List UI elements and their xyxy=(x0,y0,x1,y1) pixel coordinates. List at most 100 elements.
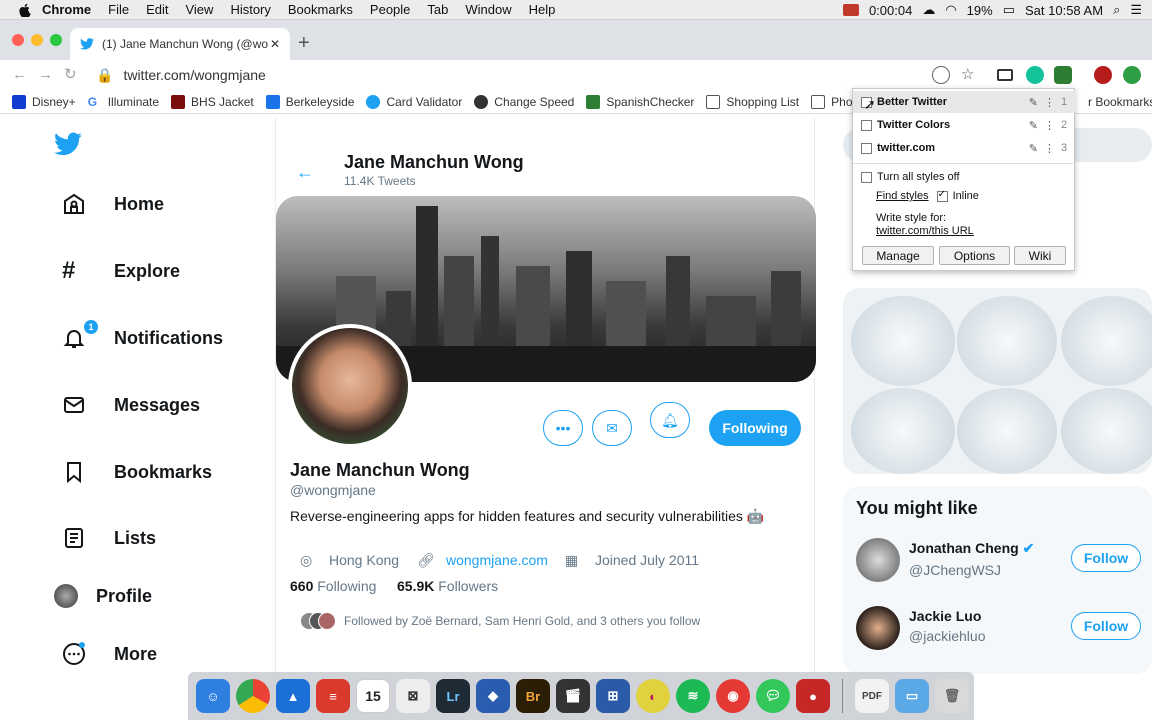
calendar-icon[interactable]: 15 xyxy=(356,679,390,713)
menu-help[interactable]: Help xyxy=(529,2,556,17)
sidebar-item-more[interactable]: More xyxy=(62,642,157,666)
sidebar-item-bookmarks[interactable]: Bookmarks xyxy=(62,460,212,484)
turn-off-checkbox[interactable] xyxy=(861,171,872,183)
screen-recording-icon[interactable] xyxy=(842,4,859,16)
notify-bell-button[interactable]: 🔔︎ xyxy=(650,402,690,438)
turn-all-styles-off-option[interactable]: Turn all styles off xyxy=(861,171,960,183)
twitter-logo-icon[interactable] xyxy=(54,132,82,156)
media-thumbnail[interactable] xyxy=(851,296,955,386)
bridge-icon[interactable]: Br xyxy=(516,679,550,713)
followers-count-link[interactable]: 65.9K Followers xyxy=(397,578,498,594)
suggested-user-avatar[interactable] xyxy=(856,606,900,650)
cast-extension-icon[interactable] xyxy=(997,69,1013,81)
menu-edit[interactable]: Edit xyxy=(146,2,168,17)
chrome-icon[interactable] xyxy=(236,679,270,713)
wiki-button[interactable]: Wiki xyxy=(1014,246,1066,265)
bookmark-bhs-jacket[interactable]: BHS Jacket xyxy=(171,94,254,109)
sidebar-item-messages[interactable]: Messages xyxy=(62,393,200,417)
sidebar-item-profile[interactable]: Profile xyxy=(54,584,152,608)
style-entry-twitter-com[interactable]: twitter.com ✎ ⋮ 3 xyxy=(853,137,1075,159)
bookmark-spanish-checker[interactable]: SpanishChecker xyxy=(586,94,694,109)
suggested-user-name[interactable]: Jonathan Cheng ✔ xyxy=(909,540,1034,557)
edit-pencil-icon[interactable]: ✎ xyxy=(1029,96,1038,109)
bookmark-pho[interactable]: Pho xyxy=(811,94,853,109)
follow-button[interactable]: Follow xyxy=(1071,544,1141,572)
document-icon[interactable]: PDF xyxy=(855,679,889,713)
inline-checkbox[interactable] xyxy=(936,189,948,202)
mutual-followers-avatars[interactable] xyxy=(300,612,340,630)
reload-icon[interactable]: ↻ xyxy=(64,67,78,82)
pixelmator-icon[interactable]: ⊠ xyxy=(396,679,430,713)
following-count-link[interactable]: 660 Following xyxy=(290,578,376,594)
style-menu-icon[interactable]: ⋮ xyxy=(1044,96,1055,109)
profile-avatar[interactable] xyxy=(288,324,412,448)
tab-twitter-profile[interactable]: (1) Jane Manchun Wong (@wo ✕ xyxy=(70,28,290,60)
edit-pencil-icon[interactable]: ✎ xyxy=(1029,142,1038,155)
window-zoom-button[interactable] xyxy=(50,34,62,46)
bookmark-disney-plus[interactable]: Disney+ xyxy=(12,94,76,109)
bookmark-star-icon[interactable]: ☆ xyxy=(961,65,974,83)
window-close-button[interactable] xyxy=(12,34,24,46)
sidebar-item-notifications[interactable]: 1 Notifications xyxy=(62,320,223,350)
following-button[interactable]: Following xyxy=(709,410,801,446)
menu-tab[interactable]: Tab xyxy=(427,2,448,17)
manage-button[interactable]: Manage xyxy=(862,246,934,265)
menu-app-name[interactable]: Chrome xyxy=(42,2,91,17)
media-thumbnail[interactable] xyxy=(957,388,1057,474)
sidebar-item-lists[interactable]: Lists xyxy=(62,526,156,550)
new-tab-button[interactable]: + xyxy=(298,32,310,55)
style-entry-better-twitter[interactable]: Better Twitter ✎ ⋮ 1 xyxy=(853,91,1075,113)
media-thumbnail[interactable] xyxy=(1061,388,1152,474)
sidebar-item-home[interactable]: Home xyxy=(62,192,164,216)
other-bookmarks[interactable]: r Bookmarks xyxy=(1088,95,1152,109)
url-text[interactable]: twitter.com/wongmjane xyxy=(123,67,265,83)
app-icon[interactable]: ⊞ xyxy=(596,679,630,713)
todoist-icon[interactable]: ≡ xyxy=(316,679,350,713)
menu-people[interactable]: People xyxy=(370,2,410,17)
update-indicator-icon[interactable] xyxy=(1123,66,1141,84)
more-options-button[interactable]: ••• xyxy=(543,410,583,446)
add-extension-icon[interactable] xyxy=(932,66,950,84)
spotlight-search-icon[interactable]: ⌕ xyxy=(1113,2,1120,18)
edit-pencil-icon[interactable]: ✎ xyxy=(1029,119,1038,132)
menu-bookmarks[interactable]: Bookmarks xyxy=(288,2,353,17)
sidebar-item-explore[interactable]: # Explore xyxy=(62,259,180,283)
app-icon[interactable]: ● xyxy=(796,679,830,713)
style-entry-twitter-colors[interactable]: Twitter Colors ✎ ⋮ 2 xyxy=(853,114,1075,136)
bookmark-berkeleyside[interactable]: Berkeleyside xyxy=(265,94,354,109)
media-thumbnail[interactable] xyxy=(957,296,1057,386)
style-menu-icon[interactable]: ⋮ xyxy=(1044,119,1055,132)
window-minimize-button[interactable] xyxy=(31,34,43,46)
menu-view[interactable]: View xyxy=(185,2,213,17)
suggested-user-avatar[interactable] xyxy=(856,538,900,582)
style-enable-checkbox[interactable] xyxy=(861,119,872,131)
messages-icon[interactable]: 💬︎ xyxy=(756,679,790,713)
finder-icon[interactable]: ☺ xyxy=(196,679,230,713)
spotify-icon[interactable]: ≋ xyxy=(676,679,710,713)
profile-website-link[interactable]: wongmjane.com xyxy=(446,552,548,568)
battery-icon[interactable]: ▭ xyxy=(1003,2,1015,18)
wifi-icon[interactable]: ◠ xyxy=(945,2,956,18)
address-bar[interactable]: 🔒 twitter.com/wongmjane xyxy=(96,63,996,87)
grammarly-extension-icon[interactable] xyxy=(1026,66,1044,84)
menu-clock[interactable]: Sat 10:58 AM xyxy=(1025,3,1103,18)
podcast-app-icon[interactable]: ◉ xyxy=(716,679,750,713)
downloads-folder-icon[interactable]: ▭ xyxy=(895,679,929,713)
menu-history[interactable]: History xyxy=(230,2,270,17)
media-thumbnail[interactable] xyxy=(1061,296,1152,386)
message-button[interactable]: ✉ xyxy=(592,410,632,446)
profile-avatar-icon[interactable] xyxy=(1094,66,1112,84)
bookmark-illuminate[interactable]: G Illuminate xyxy=(87,94,159,109)
back-arrow-icon[interactable]: ← xyxy=(296,162,314,183)
followed-by-text[interactable]: Followed by Zoë Bernard, Sam Henri Gold,… xyxy=(344,614,700,628)
follow-button[interactable]: Follow xyxy=(1071,612,1141,640)
trash-icon[interactable]: 🗑︎ xyxy=(935,679,969,713)
creative-cloud-icon[interactable]: ☁ xyxy=(922,2,935,18)
stylus-extension-icon[interactable] xyxy=(1054,66,1072,84)
media-thumbnail[interactable] xyxy=(851,388,955,474)
suggested-user-row[interactable]: Jackie Luo @jackiehluo Follow xyxy=(856,606,1146,662)
forward-arrow-icon[interactable]: → xyxy=(38,67,53,82)
final-cut-icon[interactable]: 🎬︎ xyxy=(556,679,590,713)
battery-percent[interactable]: 19% xyxy=(967,3,993,18)
back-arrow-icon[interactable]: ← xyxy=(12,67,27,82)
